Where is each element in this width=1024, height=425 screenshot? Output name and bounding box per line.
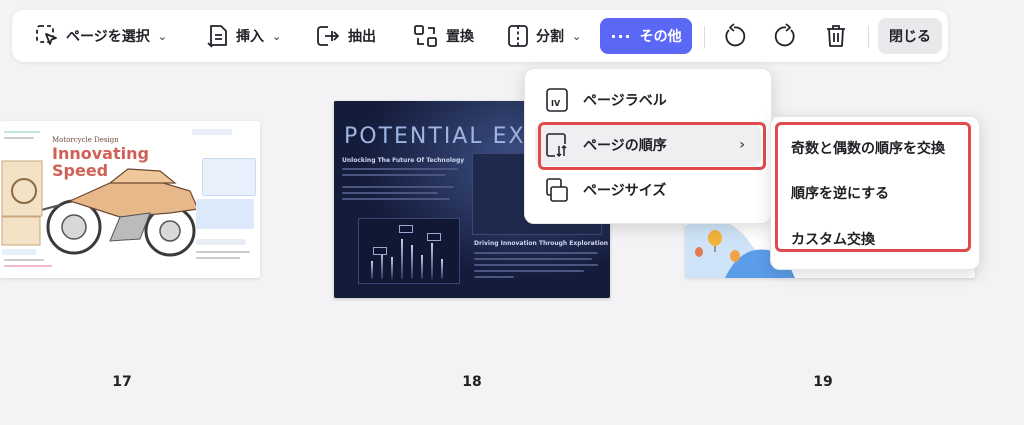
- chart-bar: [411, 245, 413, 279]
- chart-bar: [401, 239, 403, 279]
- more-dots-icon: ···: [610, 26, 632, 46]
- extract-icon: [317, 26, 339, 46]
- text-line: [342, 186, 454, 188]
- more-button[interactable]: ··· その他: [600, 18, 692, 54]
- page-number-19: 19: [813, 374, 833, 390]
- chart-bar: [381, 251, 383, 279]
- select-page-button[interactable]: ページを選択 ⌄: [26, 18, 175, 54]
- split-label: 分割: [536, 29, 564, 45]
- more-label: その他: [639, 29, 682, 45]
- menu-item-page-order[interactable]: ページの順序 ›: [535, 124, 761, 166]
- page-18-section: Driving Innovation Through Exploration: [474, 240, 609, 247]
- page-number-17: 17: [112, 374, 132, 390]
- text-line: [474, 276, 514, 278]
- cursor-select-icon: [36, 25, 57, 45]
- chart-tag: [399, 225, 413, 233]
- menu-item-page-size[interactable]: ページサイズ: [535, 169, 761, 211]
- insert-page-icon: [207, 25, 227, 48]
- text-line: [474, 258, 592, 260]
- replace-button[interactable]: 置換: [404, 18, 482, 54]
- menu-item-label: ページサイズ: [583, 183, 667, 199]
- page-label-icon: IV: [546, 88, 568, 112]
- menu-item-label: ページラベル: [583, 93, 667, 109]
- more-menu: IV ページラベル ページの順序 › ページサイズ: [524, 68, 772, 224]
- text-block: [196, 199, 254, 229]
- chart-bar: [391, 257, 393, 279]
- split-icon: [508, 25, 528, 47]
- close-label: 閉じる: [889, 29, 931, 45]
- page-order-submenu: 奇数と偶数の順序を交換 順序を逆にする カスタム交換: [770, 116, 980, 270]
- menu-item-page-label[interactable]: IV ページラベル: [535, 79, 761, 121]
- delete-button[interactable]: [822, 22, 850, 50]
- replace-icon: [414, 25, 437, 47]
- chevron-down-icon: ⌄: [272, 29, 282, 43]
- headline-line-2: Speed: [52, 161, 109, 180]
- text-line: [342, 168, 458, 170]
- chart-bar: [441, 259, 443, 279]
- submenu-item-swap-odd-even[interactable]: 奇数と偶数の順序を交換: [791, 138, 945, 158]
- split-button[interactable]: 分割 ⌄: [498, 18, 589, 54]
- text-line: [474, 252, 598, 254]
- trash-icon: [827, 25, 845, 47]
- chart-tag: [373, 247, 387, 255]
- text-line: [4, 131, 40, 133]
- text-line: [474, 264, 598, 266]
- mini-chart: [358, 218, 460, 284]
- chart-tag: [427, 233, 441, 241]
- submenu-item-custom-swap[interactable]: カスタム交換: [791, 229, 875, 249]
- text-line: [342, 198, 450, 200]
- text-line: [342, 174, 446, 176]
- design-inspiration-box: [192, 129, 232, 135]
- headline-line-1: Innovating: [52, 144, 149, 163]
- text-line: [4, 265, 52, 267]
- page-number-18: 18: [462, 374, 482, 390]
- toolbar-divider: [704, 26, 705, 48]
- chevron-down-icon: ⌄: [157, 29, 167, 43]
- select-page-label: ページを選択: [66, 29, 150, 45]
- page-18-subtitle: Unlocking The Future Of Technology: [342, 157, 465, 164]
- chevron-down-icon: ⌄: [572, 29, 582, 43]
- rotate-left-button[interactable]: [720, 22, 748, 50]
- insert-button[interactable]: 挿入 ⌄: [198, 18, 289, 54]
- page-order-icon: [546, 133, 567, 158]
- page-size-icon: [546, 178, 568, 202]
- rotate-right-button[interactable]: [772, 22, 800, 50]
- svg-text:IV: IV: [551, 99, 561, 108]
- replace-label: 置換: [446, 29, 474, 45]
- page-17-headline: Innovating Speed: [52, 145, 149, 179]
- close-button[interactable]: 閉じる: [878, 18, 942, 54]
- page-toolbar: ページを選択 ⌄ 挿入 ⌄ 抽出 置換 分割 ⌄ ··· その他 閉じる: [12, 10, 948, 62]
- insert-label: 挿入: [236, 29, 264, 45]
- text-line: [474, 270, 584, 272]
- chevron-right-icon: ›: [739, 137, 745, 153]
- text-line: [196, 257, 240, 259]
- chart-bar: [421, 255, 423, 279]
- chart-bar: [371, 261, 373, 279]
- menu-item-label: ページの順序: [583, 138, 667, 154]
- extract-button[interactable]: 抽出: [306, 18, 384, 54]
- rotate-right-icon: [774, 23, 795, 47]
- page-17-title: Motorcycle Design: [52, 136, 119, 144]
- text-line: [4, 259, 44, 261]
- submenu-item-reverse-order[interactable]: 順序を逆にする: [791, 183, 889, 203]
- chart-bar: [431, 243, 433, 279]
- text-line: [342, 192, 438, 194]
- text-block: [196, 239, 246, 245]
- text-line: [196, 251, 250, 253]
- rotate-left-icon: [725, 23, 746, 47]
- extract-label: 抽出: [348, 29, 376, 45]
- text-line: [4, 137, 34, 139]
- toolbar-divider: [868, 26, 869, 48]
- text-block: [202, 158, 256, 196]
